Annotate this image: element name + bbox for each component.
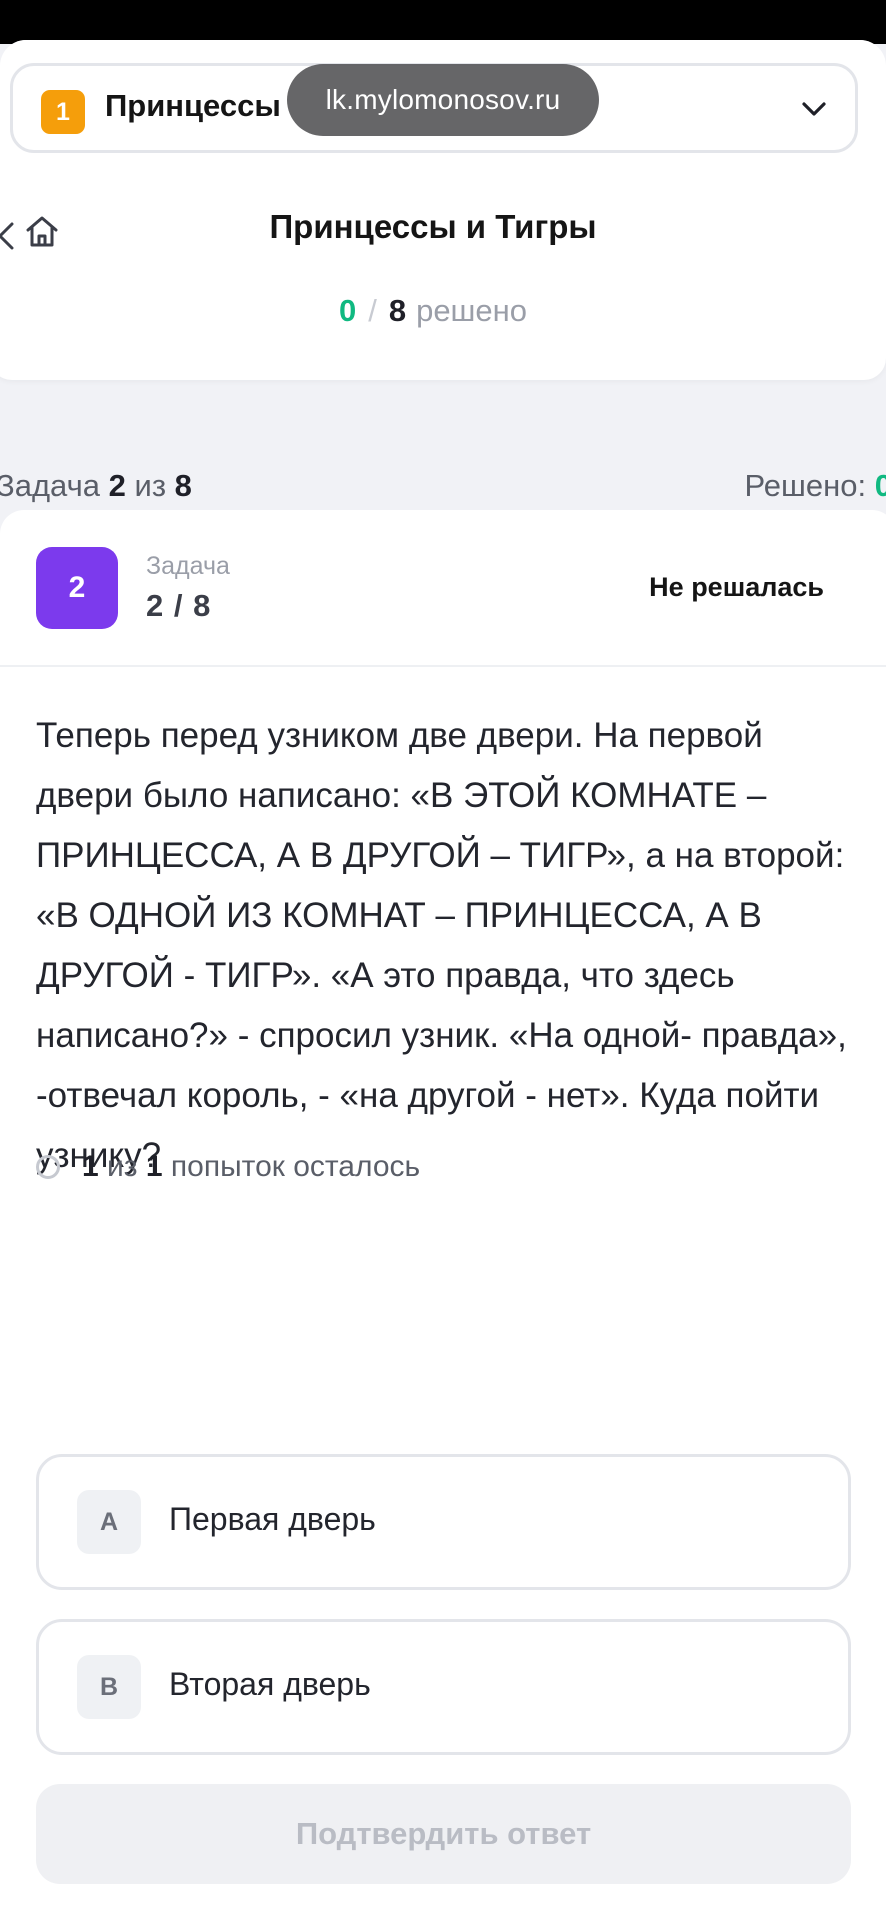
chevron-down-icon[interactable] [799,94,829,124]
radio-empty-icon [36,1155,60,1179]
attempts-suffix: попыток осталось [170,1150,421,1183]
answer-option-a[interactable]: A Первая дверь [36,1454,851,1590]
task-counter-total: 8 [174,468,192,503]
page-sheet: 1 Принцессы Принцессы и Тигры 0/8 решено … [0,40,886,1920]
divider [0,665,886,667]
status-bar [0,0,886,44]
submit-answer-button[interactable]: Подтвердить ответ [36,1784,851,1884]
task-card: 2 Задача 2 / 8 Не решалась Теперь перед … [0,510,886,1920]
task-selector-number-badge: 1 [41,90,85,134]
solved-counter-value: 0 [874,468,886,503]
task-selector-title: Принцессы [105,88,281,123]
option-text: Вторая дверь [169,1666,371,1702]
page-title: Принцессы и Тигры [269,208,597,245]
option-text: Первая дверь [169,1501,376,1537]
solved-counter-label: Решено: [744,468,867,503]
solved-word: решено [416,293,528,328]
solved-count: 0 [338,293,357,328]
attempts-remaining: 1 из 1 попыток осталось [36,1150,420,1184]
task-counter-word: Задача [0,468,101,503]
attempts-of: из [107,1150,138,1183]
attempts-total: 1 [145,1150,163,1183]
option-letter: B [77,1655,141,1719]
total-count: 8 [388,293,407,328]
browser-url-pill[interactable]: lk.mylomonosov.ru [287,64,599,136]
task-counter: Задача 2 из 8 [0,468,192,504]
task-counter-current: 2 [108,468,126,503]
progress-separator: / [368,293,377,328]
progress-summary: 0 / 8 решено [0,293,876,329]
task-fraction: 2 / 8 [146,588,212,623]
task-status-badge: Не решалась [649,572,824,602]
question-text: Теперь перед узником две двери. На перво… [36,716,847,1175]
option-letter: A [77,1490,141,1554]
attempts-left: 1 [82,1150,99,1183]
answer-option-b[interactable]: B Вторая дверь [36,1619,851,1755]
task-label: Задача [146,552,230,580]
task-number-badge: 2 [36,547,118,629]
solved-counter: Решено: 0 [744,468,886,504]
task-counter-of: из [134,468,167,503]
